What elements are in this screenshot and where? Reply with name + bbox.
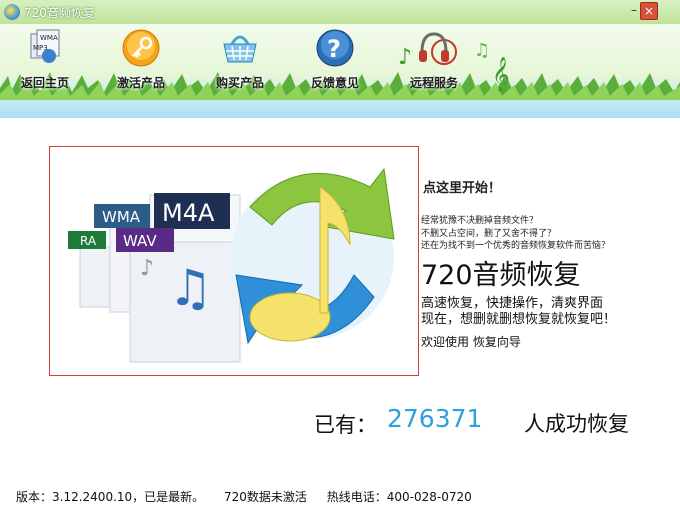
promo-question-1: 经常犹豫不决删掉音频文件？ xyxy=(421,216,539,226)
toolbar-banner: ♪ 𝄞 ♫ WMA MP3 返回主页 激活产品 购买产品 ? 反馈意见 远程服务 xyxy=(0,24,680,118)
hotline-text: 热线电话：400-028-0720 xyxy=(326,490,472,504)
stats-count: 276371 xyxy=(387,404,483,433)
format-label-wav: WAV xyxy=(123,232,157,250)
nav-remote[interactable]: 远程服务 xyxy=(393,28,475,94)
nav-activate[interactable]: 激活产品 xyxy=(100,28,182,94)
svg-text:?: ? xyxy=(327,35,341,63)
nav-label-feedback: 反馈意见 xyxy=(310,76,359,90)
svg-text:WMA: WMA xyxy=(40,34,58,42)
promo-question-3: 还在为找不到一个优秀的音频恢复软件而苦恼？ xyxy=(421,241,611,251)
status-bar: 版本：3.12.2400.10，已是最新。 720数据未激活 热线电话：400-… xyxy=(16,488,488,505)
stats-prefix: 已有： xyxy=(314,413,377,437)
stats-suffix: 人成功恢复 xyxy=(524,412,629,436)
format-label-m4a: M4A xyxy=(162,199,215,227)
start-link[interactable]: 点这里开始！ xyxy=(423,177,501,196)
audio-recovery-illustration: WMA M4A WAV RA ♪ ♫ xyxy=(68,167,395,363)
music-files-icon: WMA MP3 xyxy=(30,29,60,63)
recovery-wizard-link[interactable]: 欢迎使用 恢复向导 xyxy=(421,333,521,350)
key-icon xyxy=(122,29,160,67)
product-title: 720音频恢复 xyxy=(421,260,581,291)
app-window: 720音频恢复 – × ♪ 𝄞 ♫ WMA MP3 返回主页 激活产品 购买产品… xyxy=(0,0,680,510)
close-button[interactable]: × xyxy=(640,2,658,20)
nav-feedback[interactable]: ? 反馈意见 xyxy=(294,28,376,94)
format-label-wma: WMA xyxy=(102,208,141,226)
headphones-icon xyxy=(419,32,449,62)
promo-desc-2: 现在，想删就删想恢复就恢复吧！ xyxy=(421,312,617,327)
activation-status[interactable]: 720数据未激活 xyxy=(224,490,307,504)
svg-text:♪: ♪ xyxy=(140,256,154,281)
svg-text:𝄞: 𝄞 xyxy=(492,57,510,93)
nav-buy[interactable]: 购买产品 xyxy=(199,28,281,94)
title-bar[interactable]: 720音频恢复 – × xyxy=(0,0,680,24)
start-banner[interactable]: WMA M4A WAV RA ♪ ♫ xyxy=(49,146,419,376)
shopping-basket-icon xyxy=(223,35,257,63)
format-label-ra: RA xyxy=(80,234,97,248)
nav-home[interactable]: WMA MP3 返回主页 xyxy=(4,28,86,94)
nav-label-activate: 激活产品 xyxy=(116,76,165,90)
nav-label-home: 返回主页 xyxy=(20,76,69,90)
help-icon: ? xyxy=(316,29,354,67)
nav-label-remote: 远程服务 xyxy=(409,76,458,90)
svg-text:♫: ♫ xyxy=(474,40,490,61)
window-title: 720音频恢复 xyxy=(24,6,95,20)
nav-label-buy: 购买产品 xyxy=(215,76,264,90)
app-logo-icon xyxy=(4,4,20,20)
version-text: 版本：3.12.2400.10，已是最新。 xyxy=(16,490,205,504)
svg-text:♫: ♫ xyxy=(168,259,213,317)
